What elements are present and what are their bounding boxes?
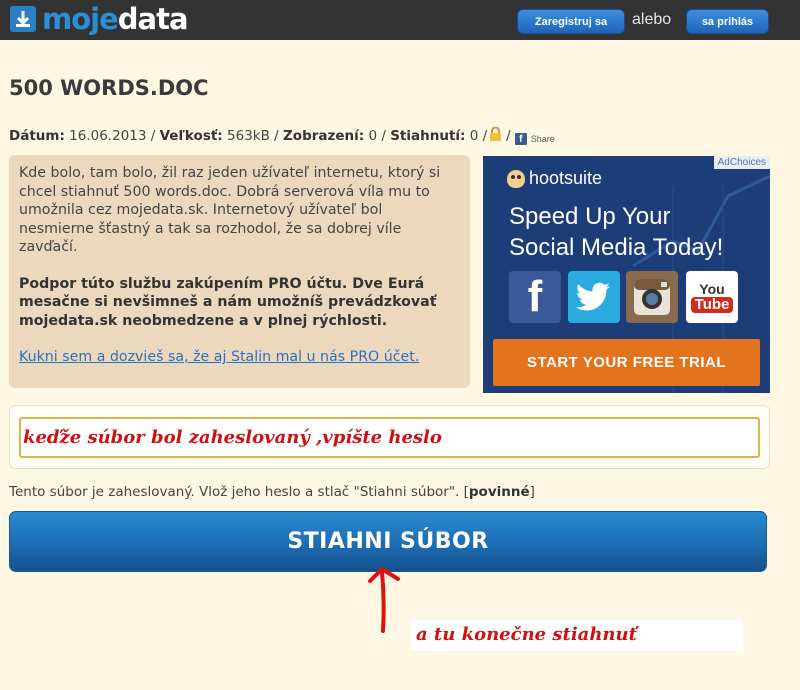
- twitter-bird-icon: [568, 271, 620, 323]
- instagram-camera-icon: [626, 271, 678, 323]
- size-value: 563kB: [227, 128, 270, 144]
- facebook-share-button[interactable]: f Share: [514, 133, 555, 145]
- page-title: 500 WORDS.DOC: [9, 76, 209, 100]
- password-annotation: keďže súbor bol zaheslovaný ,vpíšte hesl…: [23, 427, 442, 448]
- instruction-end: ]: [529, 484, 535, 500]
- annotation-arrow-icon: [368, 567, 400, 633]
- facebook-icon: f: [514, 133, 527, 145]
- file-meta: Dátum: 16.06.2013 / Veľkosť: 563kB / Zob…: [9, 126, 555, 145]
- download-annotation: a tu konečne stiahnuť: [416, 624, 637, 645]
- logo-text-data: data: [117, 2, 189, 36]
- owl-icon: [507, 169, 525, 188]
- required-label: povinné: [468, 484, 530, 500]
- youtube-tube: Tube: [690, 297, 734, 313]
- register-button[interactable]: Zaregistruj sa: [517, 9, 625, 34]
- youtube-icon: You Tube: [686, 271, 738, 323]
- youtube-you: You: [699, 281, 725, 297]
- size-label: Veľkosť:: [159, 128, 223, 144]
- site-logo[interactable]: mojedata: [10, 2, 189, 36]
- ad-choices-label[interactable]: AdChoices: [713, 156, 770, 169]
- ad-headline-line2: Social Media Today!: [509, 234, 724, 261]
- logo-text-moje: moje: [42, 2, 119, 36]
- date-label: Dátum:: [9, 128, 65, 144]
- views-value: 0: [368, 128, 378, 144]
- pro-account-link[interactable]: Kukni sem a dozvieš sa, že aj Stalin mal…: [19, 349, 419, 365]
- instruction-text: Tento súbor je zaheslovaný. Vlož jeho he…: [9, 484, 469, 500]
- brand-name: hootsuite: [529, 168, 603, 188]
- hootsuite-ad[interactable]: AdChoices hootsuite Speed Up Your Social…: [483, 156, 770, 393]
- or-label: alebo: [632, 11, 672, 28]
- password-instruction: Tento súbor je zaheslovaný. Vlož jeho he…: [9, 484, 535, 500]
- support-text: Podpor túto službu zakúpením PRO účtu. D…: [19, 275, 437, 329]
- share-label: Share: [530, 134, 555, 144]
- ad-headline: Speed Up Your Social Media Today!: [509, 201, 723, 263]
- views-label: Zobrazení:: [283, 128, 365, 144]
- info-box: Kde bolo, tam bolo, žil raz jeden užívat…: [9, 155, 470, 388]
- facebook-logo-icon: f: [509, 271, 561, 323]
- downloads-label: Stiahnutí:: [390, 128, 466, 144]
- top-bar: mojedata Zaregistruj sa alebo sa prihlás: [0, 0, 800, 40]
- ad-headline-line1: Speed Up Your: [509, 203, 671, 230]
- download-logo-icon: [10, 6, 36, 32]
- login-button[interactable]: sa prihlás: [686, 9, 769, 34]
- lock-icon: [489, 126, 502, 141]
- ad-free-trial-button[interactable]: START YOUR FREE TRIAL: [493, 339, 760, 386]
- date-value: 16.06.2013: [69, 128, 147, 144]
- hootsuite-logo: hootsuite: [507, 168, 602, 189]
- downloads-value: 0: [469, 128, 479, 144]
- story-text: Kde bolo, tam bolo, žil raz jeden užívat…: [19, 165, 441, 255]
